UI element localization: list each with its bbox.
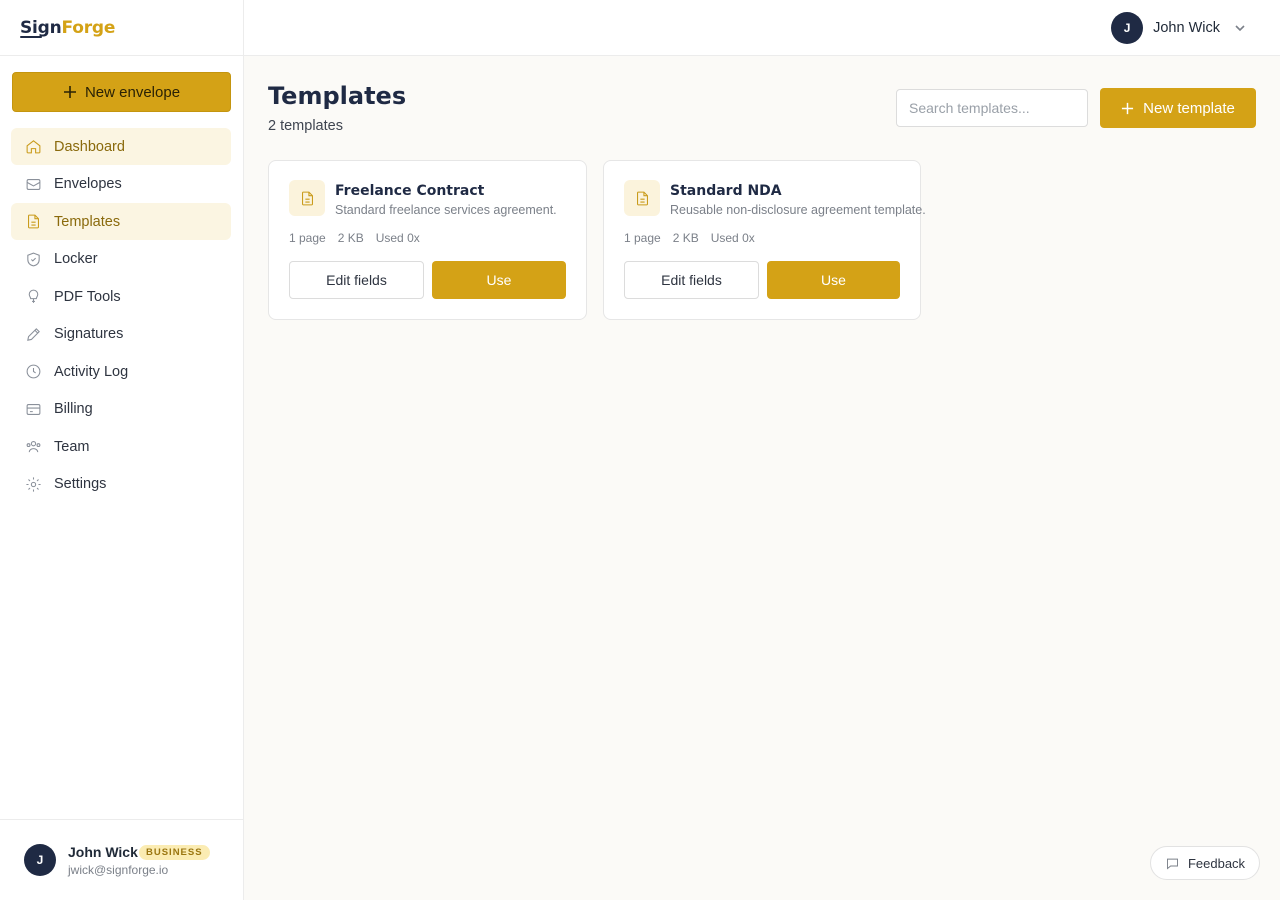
feedback-button[interactable]: Feedback: [1150, 846, 1260, 880]
plus-icon: [1122, 102, 1134, 114]
template-description: Reusable non-disclosure agreement templa…: [670, 203, 926, 217]
avatar: J: [1111, 12, 1144, 44]
divider: [0, 55, 244, 56]
envelope-icon: [24, 175, 42, 193]
template-pages: 1 page: [289, 231, 326, 245]
sidebar-item-team[interactable]: Team: [11, 428, 231, 465]
plan-badge: BUSINESS: [139, 845, 210, 860]
sidebar-item-templates[interactable]: Templates: [11, 203, 231, 240]
card-icon: [24, 400, 42, 418]
topbar: J John Wick: [244, 0, 1280, 56]
document-icon: [24, 213, 42, 231]
sidebar-nav: Dashboard Envelopes Templates Locker PDF…: [11, 128, 231, 503]
shield-icon: [24, 250, 42, 268]
sidebar: SignForge New envelope Dashboard Envelop…: [0, 0, 244, 900]
sidebar-item-pdf-tools[interactable]: PDF Tools: [11, 278, 231, 315]
user-menu-button[interactable]: J John Wick: [1111, 12, 1246, 44]
sidebar-item-label: Signatures: [54, 326, 124, 342]
use-template-button[interactable]: Use: [432, 261, 566, 299]
app-root: SignForge New envelope Dashboard Envelop…: [0, 0, 1280, 900]
avatar: J: [24, 844, 56, 876]
sidebar-item-label: Billing: [54, 401, 93, 417]
sidebar-user-card[interactable]: J John Wick BUSINESS jwick@signforge.io: [24, 844, 234, 878]
plus-icon: [63, 86, 76, 98]
sidebar-item-activity-log[interactable]: Activity Log: [11, 353, 231, 390]
sidebar-item-label: Templates: [54, 213, 121, 230]
user-name: John Wick: [1153, 20, 1220, 36]
template-meta: 1 page 2 KB Used 0x: [289, 231, 420, 245]
sidebar-item-locker[interactable]: Locker: [11, 241, 231, 278]
template-pages: 1 page: [624, 231, 661, 245]
chevron-down-icon: [1235, 25, 1245, 32]
search-input[interactable]: [896, 89, 1088, 127]
sidebar-item-settings[interactable]: Settings: [11, 466, 231, 503]
pen-icon: [24, 325, 42, 343]
template-used: Used 0x: [710, 231, 755, 245]
template-title: Freelance Contract: [335, 183, 485, 199]
new-template-button[interactable]: New template: [1100, 88, 1256, 128]
template-title: Standard NDA: [670, 183, 782, 199]
template-description: Standard freelance services agreement.: [335, 203, 557, 217]
sidebar-item-label: Dashboard: [54, 138, 125, 155]
sidebar-item-label: Locker: [54, 251, 98, 267]
new-template-label: New template: [1143, 99, 1235, 117]
team-icon: [24, 438, 42, 456]
sidebar-item-signatures[interactable]: Signatures: [11, 316, 231, 353]
sidebar-item-dashboard[interactable]: Dashboard: [11, 128, 231, 165]
user-email: jwick@signforge.io: [68, 863, 169, 877]
template-count: 2 templates: [268, 118, 343, 134]
chat-bubble-icon: [1166, 858, 1178, 869]
sidebar-item-label: Activity Log: [54, 363, 129, 380]
clock-icon: [24, 363, 42, 381]
edit-fields-button[interactable]: Edit fields: [624, 261, 759, 299]
new-envelope-button[interactable]: New envelope: [12, 72, 231, 112]
template-meta: 1 page 2 KB Used 0x: [624, 231, 755, 245]
home-icon: [24, 138, 42, 156]
edit-fields-button[interactable]: Edit fields: [289, 261, 424, 299]
brand-logo-part2: Forge: [61, 18, 116, 38]
sidebar-item-label: Settings: [54, 476, 107, 492]
sidebar-item-billing[interactable]: Billing: [11, 391, 231, 428]
use-template-button[interactable]: Use: [767, 261, 900, 299]
sidebar-item-envelopes[interactable]: Envelopes: [11, 166, 231, 203]
feedback-label: Feedback: [1187, 855, 1246, 871]
divider: [0, 819, 244, 820]
bulb-icon: [24, 288, 42, 306]
document-icon: [624, 180, 660, 216]
template-size: 2 KB: [672, 231, 699, 245]
template-card: Standard NDA Reusable non-disclosure agr…: [603, 160, 926, 320]
sidebar-item-label: Team: [54, 438, 90, 455]
template-size: 2 KB: [337, 231, 364, 245]
brand-underline: [20, 36, 42, 38]
document-icon: [289, 180, 325, 216]
page-title: Templates: [268, 82, 407, 110]
sidebar-item-label: Envelopes: [54, 176, 122, 192]
template-used: Used 0x: [375, 231, 420, 245]
user-name: John Wick: [68, 844, 138, 860]
brand-logo-part1: Sign: [20, 18, 62, 38]
main-content: Templates 2 templates New template Freel…: [244, 56, 1280, 900]
new-envelope-label: New envelope: [84, 83, 181, 101]
gear-icon: [24, 475, 42, 493]
sidebar-item-label: PDF Tools: [54, 288, 121, 305]
template-card: Freelance Contract Standard freelance se…: [268, 160, 587, 320]
